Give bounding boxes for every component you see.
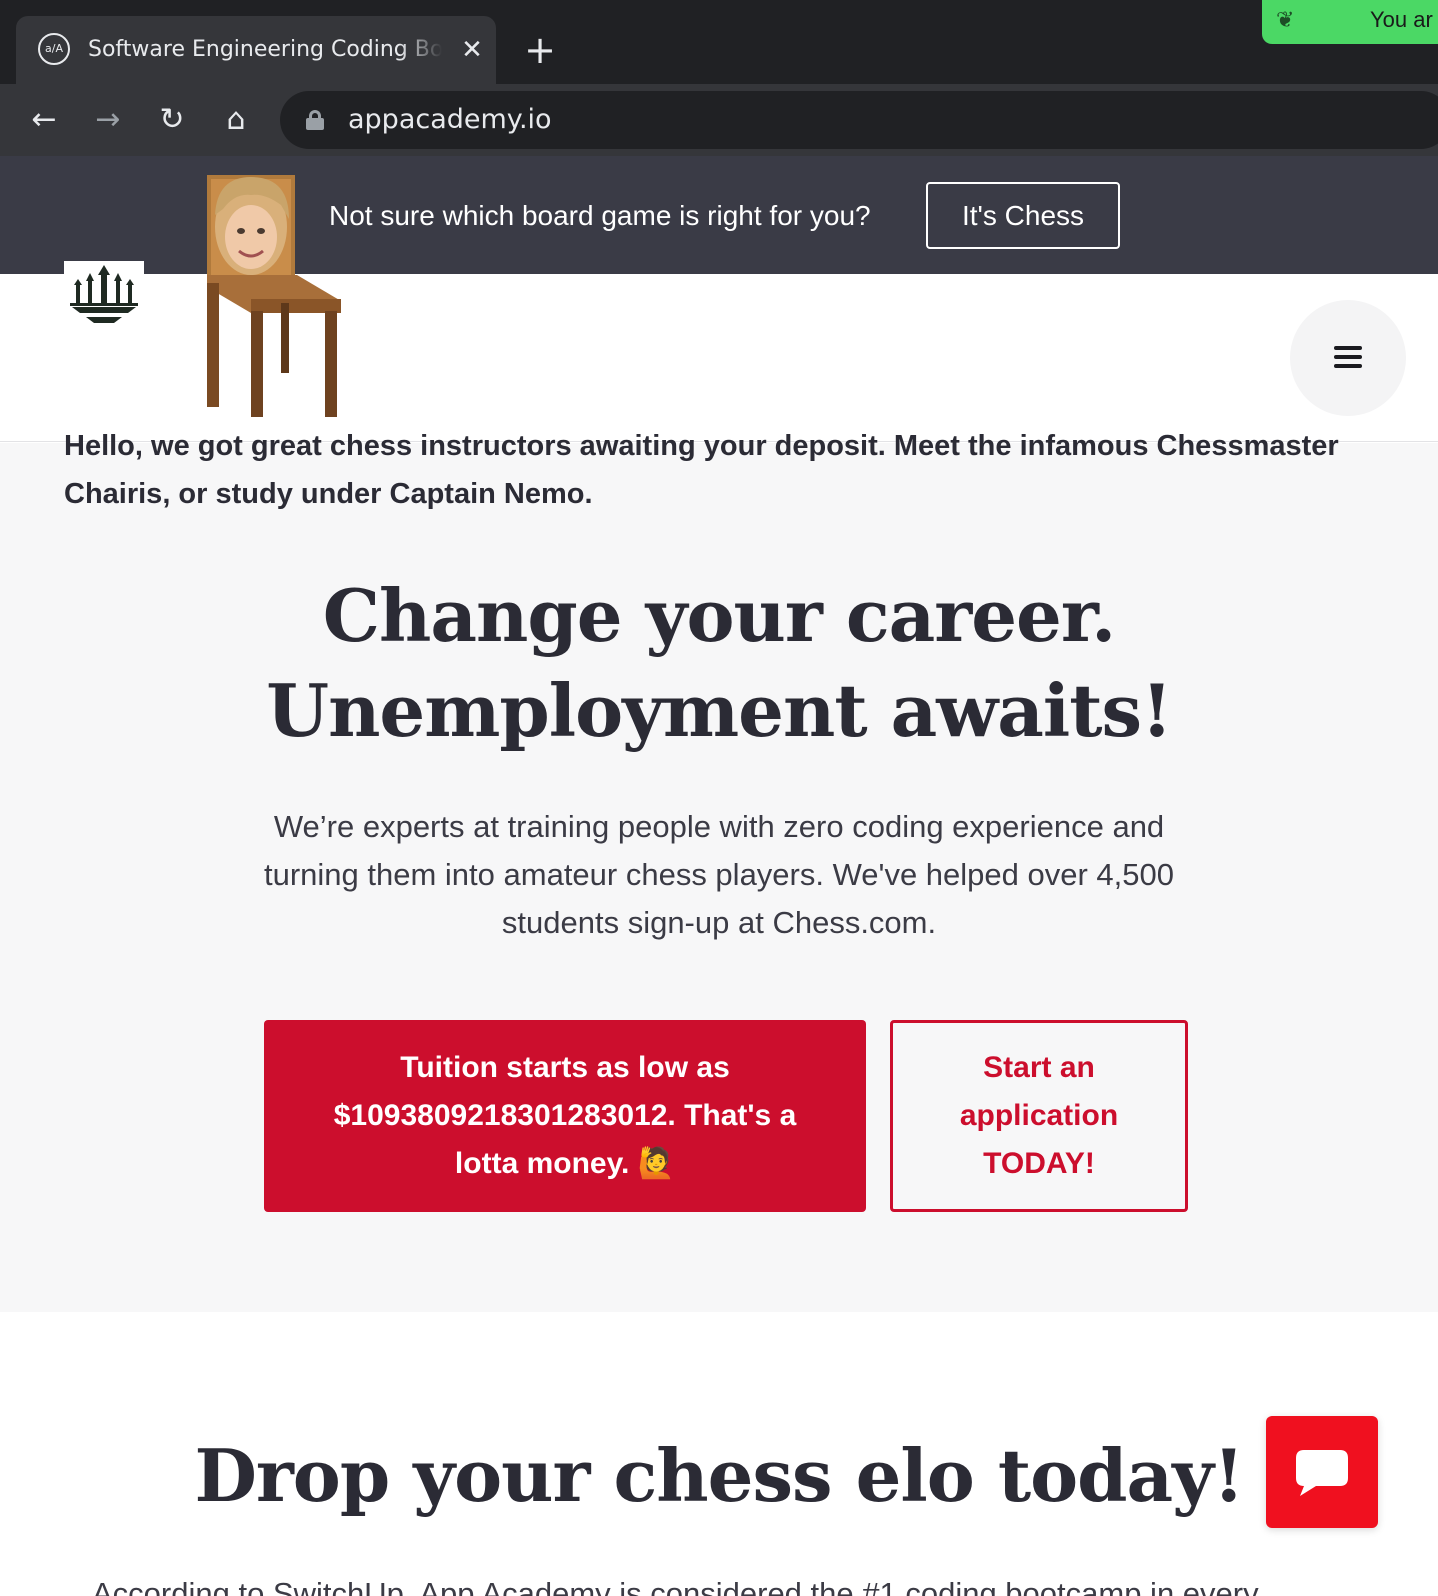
start-application-button[interactable]: Start an application TODAY! <box>890 1020 1188 1212</box>
promo-text: Not sure which board game is right for y… <box>329 200 871 231</box>
chair-avatar-image <box>205 175 345 417</box>
url-text[interactable]: appacademy.io <box>348 103 552 137</box>
tab-title: Software Engineering Coding Bootcamp <box>88 37 442 62</box>
close-icon[interactable]: ✕ <box>456 34 488 66</box>
section-title: Drop your chess elo today! <box>194 1433 1244 1518</box>
hero-title: Change your career. Unemployment awaits! <box>219 568 1219 758</box>
reload-icon[interactable]: ↻ <box>150 98 194 142</box>
browser-tab[interactable]: a/A Software Engineering Coding Bootcamp… <box>16 16 496 84</box>
home-icon[interactable]: ⌂ <box>214 98 258 142</box>
address-bar[interactable]: appacademy.io <box>280 91 1438 149</box>
intro-text: Hello, we got great chess instructors aw… <box>64 430 1339 510</box>
promo-button[interactable]: It's Chess <box>926 182 1120 249</box>
lock-icon[interactable] <box>306 110 324 130</box>
forward-icon[interactable]: → <box>86 98 130 142</box>
extension-icon: ❦ <box>1276 8 1295 33</box>
section-text: According to SwitchUp, App Academy is co… <box>92 1576 1259 1596</box>
tuition-button[interactable]: Tuition starts as low as $10938092183012… <box>264 1020 866 1212</box>
favicon-icon: a/A <box>38 33 70 65</box>
plus-icon[interactable]: + <box>520 31 560 72</box>
browser-tab-bar: a/A Software Engineering Coding Bootcamp… <box>0 0 1438 84</box>
browser-toolbar: ← → ↻ ⌂ appacademy.io <box>0 84 1438 156</box>
hamburger-icon[interactable] <box>1290 300 1406 416</box>
hero-title-line2: Unemployment awaits! <box>266 668 1172 753</box>
extension-badge[interactable]: ❦ You ar <box>1262 0 1438 44</box>
chat-icon[interactable] <box>1266 1416 1378 1528</box>
extension-text: You ar <box>1370 7 1433 32</box>
hero-title-line1: Change your career. <box>322 573 1117 658</box>
hero-subtitle: We’re experts at training people with ze… <box>263 809 1175 940</box>
logo-icon[interactable] <box>64 261 144 327</box>
back-icon[interactable]: ← <box>22 98 66 142</box>
